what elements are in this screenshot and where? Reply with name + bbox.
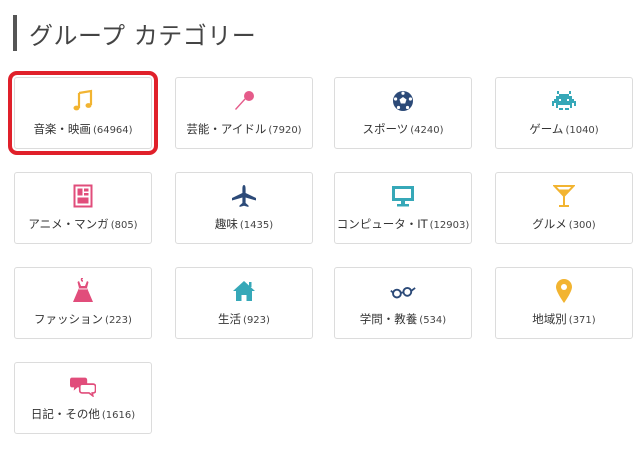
category-name: スポーツ [362, 122, 409, 136]
house-icon [231, 278, 257, 304]
category-card-games[interactable]: ゲーム (1040) [495, 77, 633, 149]
category-name: 芸能・アイドル [186, 122, 267, 136]
category-card-life[interactable]: 生活 (923) [175, 267, 313, 339]
category-count: (64964) [92, 125, 133, 136]
category-name: 地域別 [532, 312, 567, 326]
category-name: コンピュータ・IT [336, 217, 428, 231]
category-card-fashion[interactable]: ファッション (223) [14, 267, 152, 339]
category-label: コンピュータ・IT (12903) [337, 216, 470, 232]
category-name: アニメ・マンガ [28, 217, 109, 231]
monitor-icon [390, 183, 416, 209]
category-name: ファッション [34, 312, 104, 326]
space-invader-icon [551, 88, 577, 114]
category-name: 趣味 [214, 217, 238, 231]
category-card-computer-it[interactable]: コンピュータ・IT (12903) [334, 172, 472, 244]
category-label: 学問・教養 (534) [360, 311, 446, 327]
category-card-regional[interactable]: 地域別 (371) [495, 267, 633, 339]
category-count: (223) [105, 315, 132, 326]
category-count: (7920) [268, 125, 302, 136]
category-label: 趣味 (1435) [215, 216, 273, 232]
category-card-study-culture[interactable]: 学問・教養 (534) [334, 267, 472, 339]
category-card-music-movies[interactable]: 音楽・映画 (64964) [8, 71, 158, 155]
category-count: (12903) [429, 220, 470, 231]
music-note-icon [70, 88, 96, 114]
category-card-hobby[interactable]: 趣味 (1435) [175, 172, 313, 244]
glasses-icon [390, 278, 416, 304]
speech-bubbles-icon [70, 373, 96, 399]
airplane-icon [231, 183, 257, 209]
category-name: グルメ [532, 217, 567, 231]
category-count: (534) [419, 315, 447, 326]
category-name: 音楽・映画 [33, 122, 91, 136]
category-count: (923) [243, 315, 270, 326]
category-name: ゲーム [529, 122, 564, 136]
category-name: 生活 [218, 312, 242, 326]
category-count: (371) [568, 315, 596, 326]
category-card-entertainment-idols[interactable]: 芸能・アイドル (7920) [175, 77, 313, 149]
category-card-gourmet[interactable]: グルメ (300) [495, 172, 633, 244]
category-name: 学問・教養 [359, 312, 418, 326]
category-label: アニメ・マンガ (805) [28, 216, 137, 232]
category-label: ゲーム (1040) [529, 121, 598, 137]
category-label: 地域別 (371) [532, 311, 595, 327]
cocktail-glass-icon [551, 183, 577, 209]
category-label: グルメ (300) [532, 216, 595, 232]
map-pin-icon [551, 278, 577, 304]
category-count: (4240) [410, 125, 444, 136]
category-card-sports[interactable]: スポーツ (4240) [334, 77, 472, 149]
category-card-anime-manga[interactable]: アニメ・マンガ (805) [14, 172, 152, 244]
category-count: (805) [110, 220, 138, 231]
category-name: 日記・その他 [30, 407, 100, 421]
category-grid: 音楽・映画 (64964) 芸能・アイドル (7920) スポーツ (4240)… [0, 0, 644, 453]
category-label: 音楽・映画 (64964) [33, 121, 132, 137]
category-count: (1040) [565, 125, 599, 136]
category-card-diary-other[interactable]: 日記・その他 (1616) [14, 362, 152, 434]
category-count: (1616) [101, 410, 136, 421]
category-label: 芸能・アイドル (7920) [186, 121, 301, 137]
microphone-icon [231, 88, 257, 114]
category-count: (1435) [239, 220, 274, 231]
manga-book-icon [70, 183, 96, 209]
category-label: ファッション (223) [34, 311, 132, 327]
soccer-ball-icon [390, 88, 416, 114]
category-label: スポーツ (4240) [362, 121, 443, 137]
category-label: 日記・その他 (1616) [31, 406, 135, 422]
category-count: (300) [568, 220, 596, 231]
category-label: 生活 (923) [218, 311, 270, 327]
dress-icon [70, 278, 96, 304]
